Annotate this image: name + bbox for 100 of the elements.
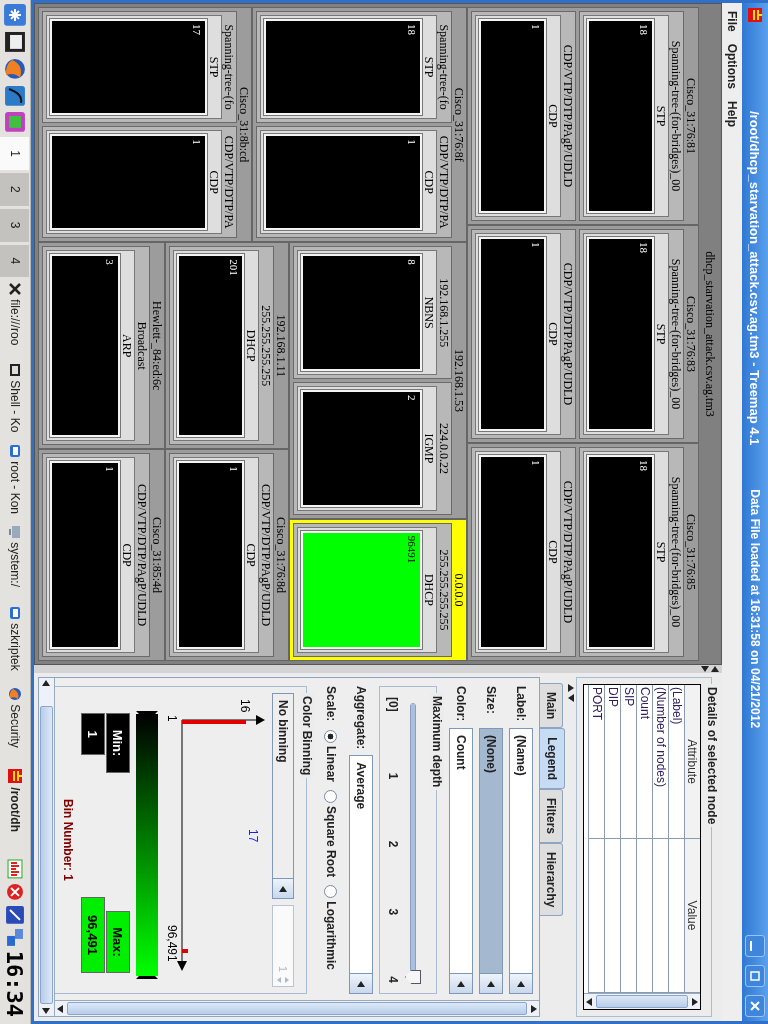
taskbar-task[interactable]: szkriptek — [1, 604, 29, 683]
treemap-node[interactable]: DHCP 96491 — [296, 526, 437, 653]
dropdown[interactable]: (None) — [479, 728, 503, 994]
treemap-node[interactable]: CDP/VTP/DTP/PA CDP 1 — [256, 126, 452, 239]
treemap-cell[interactable]: 18 — [587, 237, 654, 431]
menu-item[interactable]: Help — [725, 97, 739, 131]
speaker-muted-icon[interactable] — [5, 882, 25, 903]
treemap-node[interactable]: Spanning-tree-(for-bridges)_00 STP 18 — [579, 11, 684, 221]
column-header[interactable]: Value — [684, 839, 700, 993]
treemap-node[interactable]: 192.168.1.255 NBNS 8 — [292, 246, 452, 380]
menu-icon[interactable] — [3, 3, 27, 27]
desktop-button[interactable]: 2 — [0, 173, 30, 206]
treemap-cell[interactable]: 201 — [176, 254, 244, 438]
treemap-node[interactable]: 0.0.0.0 255.255.255.255 DHCP 96491 — [288, 518, 467, 661]
treemap-cell[interactable]: 1 — [176, 461, 244, 649]
treemap-node[interactable]: 255.255.255.255 DHCP 96491 — [292, 522, 452, 657]
desktop-button[interactable]: 4 — [0, 244, 30, 278]
taskbar-task[interactable]: system:/ — [1, 523, 29, 602]
treemap-node[interactable]: DHCP 201 — [172, 250, 259, 442]
treemap-node[interactable]: CDP 1 — [475, 233, 561, 435]
treemap-node[interactable]: CDP 1 — [172, 457, 259, 653]
treemap-node[interactable]: CDP/VTP/DTP/PA CDP 1 — [42, 126, 238, 239]
dropdown-arrow-button[interactable] — [273, 878, 293, 898]
treemap-node[interactable]: Cisco_31:76:83 Spanning-tree-(for-bridges)_00 STP 18 CDP/VTP/DTP/PAgP/UDLD CDP 1 — [467, 225, 699, 443]
dropdown-arrow-button[interactable] — [480, 973, 502, 993]
treemap-node[interactable]: Cisco_31:76:81 Spanning-tree-(for-bridges)_00 STP 18 CDP/VTP/DTP/PAgP/UDLD CDP 1 — [467, 7, 699, 225]
radio-option[interactable]: Square Root — [324, 790, 338, 878]
treemap-node[interactable]: CDP 1 — [260, 130, 437, 235]
dropdown[interactable]: (Name) — [509, 728, 533, 994]
close-button[interactable] — [745, 995, 765, 1017]
treemap-node[interactable]: Hewlett-_84:ed:6c Broadcast ARP 3 — [38, 242, 165, 450]
taskbar-task[interactable]: root - Kon — [1, 442, 29, 521]
dropdown-arrow-button[interactable] — [350, 973, 372, 993]
treemap-cell[interactable]: 18 — [264, 19, 422, 116]
treemap-node[interactable]: Spanning-tree-(fo STP 18 — [256, 11, 452, 124]
treemap-node[interactable]: NBNS 8 — [296, 250, 437, 376]
treemap-node[interactable]: 192.168.1.11 255.255.255.255 DHCP 201 — [164, 242, 289, 450]
dropdown-arrow-button[interactable] — [510, 973, 532, 993]
meter-icon[interactable] — [5, 859, 25, 880]
treemap-cell[interactable]: 17 — [50, 19, 208, 116]
treemap-node[interactable]: STP 18 — [583, 233, 669, 435]
treemap-node[interactable]: CDP/VTP/DTP/PAgP/UDLD CDP 1 — [168, 453, 274, 657]
dropdown[interactable]: Average — [349, 755, 373, 994]
taskbar-task[interactable]: /root/dh — [1, 766, 29, 845]
treemap-node[interactable]: Spanning-tree-(for-bridges)_00 STP 18 — [579, 447, 684, 657]
treemap-cell[interactable]: 1 — [479, 237, 546, 431]
treemap-node[interactable]: Cisco_31:8b:cd Spanning-tree-(fo STP 17 CDP/VTP/DTP/PA CDP 1 — [38, 7, 253, 243]
treemap-cell[interactable]: 1 — [479, 455, 546, 649]
treemap-node[interactable]: STP 18 — [583, 451, 669, 653]
treemap-node[interactable]: STP 18 — [260, 15, 437, 120]
treemap-cell[interactable]: 1 — [50, 134, 208, 231]
scrollbar[interactable] — [39, 678, 55, 1016]
treemap-node[interactable]: STP 17 — [46, 15, 223, 120]
taskbar-task[interactable]: file:///roo — [1, 280, 29, 359]
treemap-cell[interactable]: 18 — [587, 19, 654, 213]
treemap-node[interactable]: Spanning-tree-(fo STP 17 — [42, 11, 238, 124]
menu-item[interactable]: Options — [725, 39, 739, 93]
dropdown-arrow-button[interactable] — [450, 973, 472, 993]
menu-item[interactable]: File — [725, 7, 739, 36]
treemap-node[interactable]: 224.0.0.22 IGMP 2 — [292, 382, 452, 515]
tab[interactable]: Filters — [540, 789, 563, 844]
treemap-node[interactable]: Spanning-tree-(for-bridges)_00 STP 18 — [579, 229, 684, 439]
taskbar-task[interactable]: Shell - Ko — [1, 361, 29, 440]
pen-icon[interactable] — [5, 905, 25, 925]
treemap-node[interactable]: Cisco_31:85:4d CDP/VTP/DTP/PAgP/UDLD CDP 1 — [38, 449, 165, 661]
tab[interactable]: Main — [540, 683, 563, 729]
treemap-cell[interactable]: 1 — [50, 461, 120, 649]
treemap-node[interactable]: CDP 1 — [46, 130, 223, 235]
dropdown[interactable]: No binning — [272, 693, 294, 899]
desktop-button[interactable]: 1 — [0, 137, 30, 170]
dropdown[interactable]: Count — [449, 728, 473, 994]
treemap-node[interactable]: CDP/VTP/DTP/PAgP/UDLD CDP 1 — [471, 229, 576, 439]
treemap-cell[interactable]: 8 — [300, 254, 422, 372]
treemap-cell[interactable]: 96491 — [300, 530, 422, 649]
treemap-cell[interactable]: 1 — [479, 19, 546, 213]
chart-icon[interactable] — [3, 83, 27, 108]
treemap-cell[interactable]: 18 — [587, 455, 654, 649]
network-icon[interactable] — [5, 927, 25, 948]
treemap-cell[interactable]: 2 — [300, 390, 422, 507]
treemap-node[interactable]: CDP 1 — [46, 457, 135, 653]
terminal-icon[interactable] — [3, 29, 27, 54]
treemap-node[interactable]: CDP 1 — [475, 15, 561, 217]
taskbar-task[interactable]: Security — [1, 685, 29, 764]
treemap-node[interactable]: Cisco_31:76:85 Spanning-tree-(for-bridges)_00 STP 18 CDP/VTP/DTP/PAgP/UDLD CDP 1 — [467, 443, 699, 661]
column-header[interactable]: Attribute — [684, 686, 700, 839]
radio-option[interactable]: Logarithmic — [324, 885, 338, 971]
scrollbar[interactable] — [55, 1000, 539, 1016]
treemap-node[interactable]: CDP/VTP/DTP/PAgP/UDLD CDP 1 — [42, 453, 150, 657]
treemap-cell[interactable]: 1 — [264, 134, 422, 231]
tab[interactable]: Legend — [540, 728, 565, 789]
treemap-node[interactable]: 255.255.255.255 DHCP 201 — [168, 246, 274, 446]
scrollbar[interactable] — [584, 993, 700, 1008]
tab[interactable]: Hierarchy — [540, 843, 563, 917]
maximize-button[interactable] — [745, 965, 765, 987]
minimize-button[interactable] — [745, 935, 765, 957]
treemap-node[interactable]: IGMP 2 — [296, 386, 437, 511]
treemap-node[interactable]: 192.168.1.53 192.168.1.255 NBNS 8 224.0.0.22 IGMP 2 — [288, 242, 467, 519]
slider-thumb[interactable] — [405, 970, 421, 984]
treemap-node[interactable]: Broadcast ARP 3 — [42, 246, 150, 446]
globe-icon[interactable] — [3, 56, 27, 81]
